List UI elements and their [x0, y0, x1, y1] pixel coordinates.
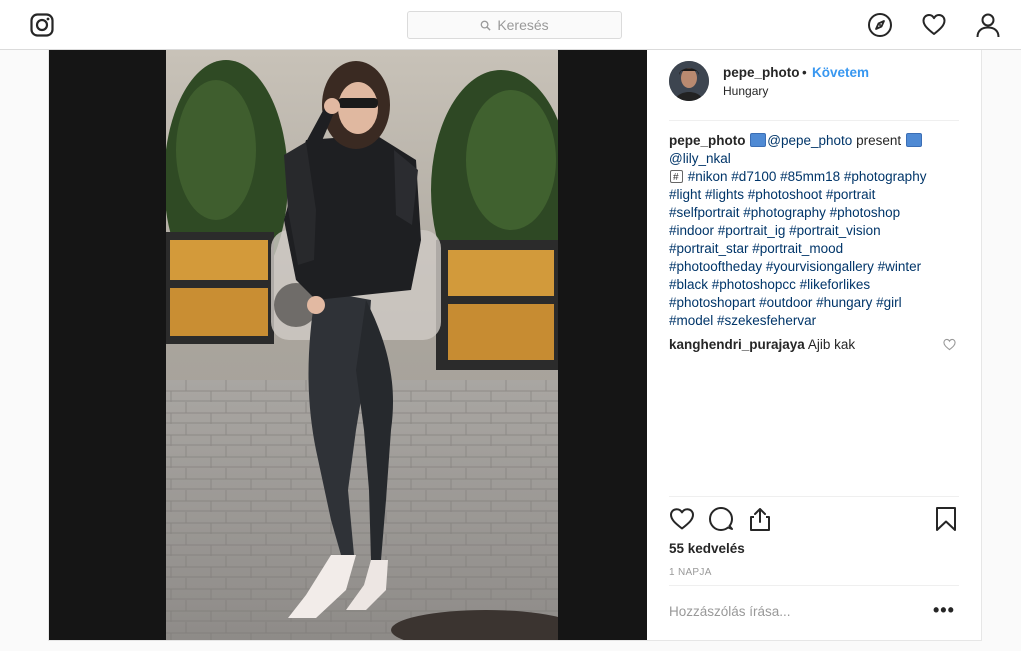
woman-emoji-icon [905, 133, 922, 147]
instagram-icon[interactable] [30, 13, 54, 37]
likes-count[interactable]: 55 kedvelés [669, 541, 745, 556]
separator-dot: • [802, 65, 807, 80]
hashtag-line[interactable]: #light #lights #photoshoot #portrait [669, 187, 875, 202]
caption-text: present [856, 133, 902, 148]
share-icon[interactable] [747, 506, 773, 532]
hashtag-line[interactable]: #photooftheday #yourvisiongallery #winte… [669, 259, 921, 274]
search-icon [480, 20, 491, 31]
top-nav: Keresés [0, 0, 1021, 50]
more-options-button[interactable]: ••• [933, 600, 957, 620]
add-comment-input[interactable]: Hozzászólás írása... [669, 604, 791, 619]
divider [669, 120, 959, 121]
avatar[interactable] [669, 61, 709, 101]
bookmark-icon[interactable] [933, 506, 959, 532]
hashtag-line[interactable]: #portrait_star #portrait_mood [669, 241, 843, 256]
search-placeholder: Keresés [497, 17, 549, 33]
divider [669, 585, 959, 586]
search-input[interactable]: Keresés [407, 11, 622, 39]
mention-link[interactable]: @lily_nkal [669, 151, 731, 166]
photo-illustration [166, 50, 558, 640]
caption-username[interactable]: pepe_photo [669, 133, 746, 148]
post-timestamp[interactable]: 1 napja [669, 567, 712, 578]
mention-link[interactable]: @pepe_photo [767, 133, 852, 148]
post-photo[interactable] [166, 50, 558, 640]
hash-emoji-icon [670, 169, 683, 187]
camera-emoji-icon [750, 133, 767, 147]
post-card: pepe_photo • Követem Hungary pepe_photo … [48, 50, 982, 641]
post-header: pepe_photo • Követem Hungary [669, 61, 959, 117]
post-location[interactable]: Hungary [723, 84, 768, 98]
comment-icon[interactable] [708, 506, 734, 532]
profile-icon[interactable] [975, 12, 1001, 38]
hashtag-line[interactable]: #black #photoshopcc #likeforlikes [669, 277, 870, 292]
like-icon[interactable] [669, 506, 695, 532]
hashtag-line[interactable]: #photoshopart #outdoor #hungary #girl [669, 295, 902, 310]
hashtag-line[interactable]: #selfportrait #photography #photoshop [669, 205, 900, 220]
post-sidebar: pepe_photo • Követem Hungary pepe_photo … [647, 50, 982, 640]
heart-icon[interactable] [921, 12, 947, 38]
post-caption: pepe_photo @pepe_photo present @lily_nka… [669, 132, 961, 330]
avatar-image [669, 61, 709, 101]
comment-like-icon[interactable] [943, 338, 956, 351]
post-photo-frame [49, 50, 647, 640]
divider [669, 496, 959, 497]
comment-item: kanghendri_purajaya Ajib kak [669, 336, 959, 354]
comment-text: Ajib kak [807, 337, 856, 352]
comment-username[interactable]: kanghendri_purajaya [669, 337, 805, 352]
post-username[interactable]: pepe_photo [723, 65, 800, 80]
hashtag-line[interactable]: #indoor #portrait_ig #portrait_vision [669, 223, 881, 238]
compass-icon[interactable] [867, 12, 893, 38]
follow-button[interactable]: Követem [812, 65, 869, 80]
hashtag-line[interactable]: #model #szekesfehervar [669, 313, 816, 328]
hashtag-line[interactable]: #nikon #d7100 #85mm18 #photography [688, 169, 927, 184]
